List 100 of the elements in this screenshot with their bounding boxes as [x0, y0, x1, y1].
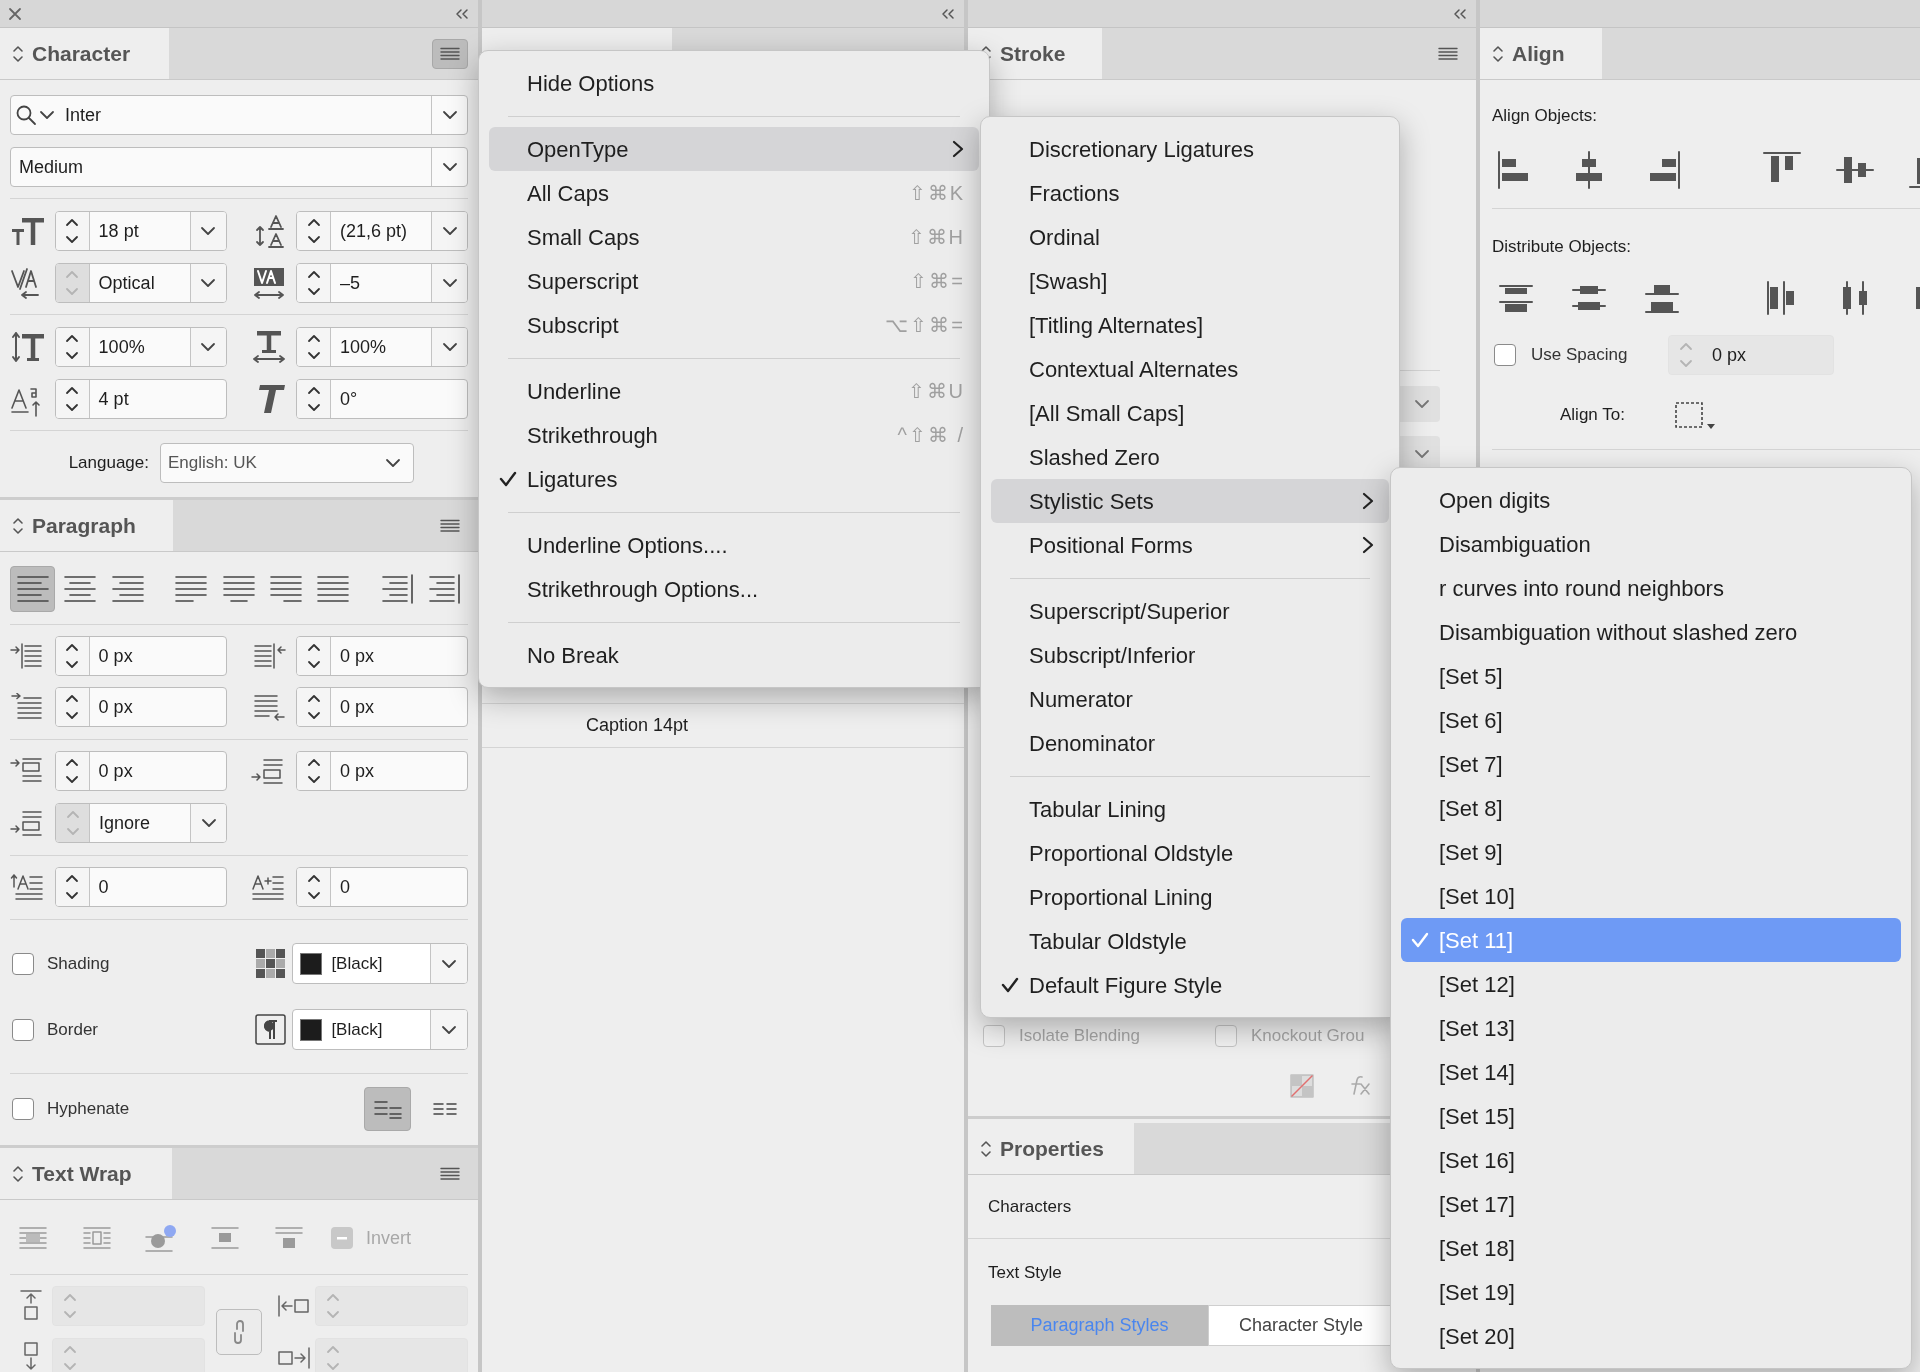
- menu-item[interactable]: Underline ⇧⌘U: [489, 369, 979, 413]
- menu-item[interactable]: Small Caps ⇧⌘H: [489, 215, 979, 259]
- stepper-buttons[interactable]: [297, 637, 331, 675]
- swatch-dropdown[interactable]: [Black]: [292, 943, 468, 984]
- spin-field[interactable]: –5: [296, 263, 468, 303]
- language-dropdown[interactable]: English: UK: [160, 443, 414, 483]
- panel-tab[interactable]: Stroke: [968, 28, 1102, 79]
- menu-item[interactable]: r curves into round neighbors: [1401, 566, 1901, 610]
- menu-item[interactable]: Discretionary Ligatures: [991, 127, 1389, 171]
- spin-field[interactable]: 100%: [54, 327, 227, 367]
- menu-item[interactable]: Open digits: [1401, 478, 1901, 522]
- menu-item[interactable]: Numerator: [991, 677, 1389, 721]
- menu-item[interactable]: [Set 14]: [1401, 1050, 1901, 1094]
- spin-field[interactable]: 18 pt: [54, 211, 227, 251]
- stepper-buttons[interactable]: [297, 212, 331, 250]
- spin-field[interactable]: Ignore: [55, 803, 227, 843]
- font-family-dropdown[interactable]: Inter: [10, 95, 468, 135]
- menu-item[interactable]: [Set 12]: [1401, 962, 1901, 1006]
- menu-item[interactable]: Tabular Lining: [991, 787, 1389, 831]
- dropdown-button[interactable]: [189, 328, 226, 366]
- menu-item[interactable]: Underline Options....: [489, 523, 979, 567]
- menu-item[interactable]: Denominator: [991, 721, 1389, 765]
- spin-field[interactable]: 0°: [296, 379, 468, 419]
- menu-item[interactable]: Proportional Lining: [991, 875, 1389, 919]
- dropdown-button[interactable]: [190, 804, 226, 842]
- alignment-button[interactable]: [10, 566, 56, 612]
- menu-item[interactable]: [Set 5]: [1401, 654, 1901, 698]
- dropdown-button[interactable]: [431, 328, 467, 366]
- menu-item[interactable]: [Set 13]: [1401, 1006, 1901, 1050]
- spin-field[interactable]: 0 px: [296, 687, 468, 727]
- menu-item[interactable]: Ligatures: [489, 457, 979, 501]
- spin-field[interactable]: 4 pt: [54, 379, 227, 419]
- menu-item[interactable]: [Set 9]: [1401, 830, 1901, 874]
- spin-field[interactable]: (21,6 pt): [296, 211, 468, 251]
- stepper-buttons[interactable]: [55, 328, 90, 366]
- menu-item[interactable]: All Caps ⇧⌘K: [489, 171, 979, 215]
- dropdown-button[interactable]: [189, 264, 226, 302]
- menu-item[interactable]: Fractions: [991, 171, 1389, 215]
- dropdown-button[interactable]: [189, 212, 226, 250]
- menu-item[interactable]: Positional Forms: [991, 523, 1389, 567]
- stepper-buttons[interactable]: [297, 868, 331, 906]
- menu-item[interactable]: Stylistic Sets: [991, 479, 1389, 523]
- dropdown-button[interactable]: [430, 944, 467, 983]
- checkbox[interactable]: [12, 1098, 34, 1120]
- menu-item[interactable]: Contextual Alternates: [991, 347, 1389, 391]
- panel-menu-button[interactable]: [432, 38, 468, 69]
- menu-item[interactable]: Ordinal: [991, 215, 1389, 259]
- stepper-buttons[interactable]: [297, 688, 331, 726]
- menu-item[interactable]: OpenType: [489, 127, 979, 171]
- menu-item[interactable]: Disambiguation: [1401, 522, 1901, 566]
- font-style-dropdown[interactable]: Medium: [10, 147, 468, 187]
- menu-item[interactable]: Tabular Oldstyle: [991, 919, 1389, 963]
- dropdown-button[interactable]: [431, 212, 467, 250]
- menu-item[interactable]: Strikethrough ^⇧⌘ /: [489, 413, 979, 457]
- spin-field[interactable]: 100%: [296, 327, 468, 367]
- spin-field[interactable]: 0: [54, 867, 227, 907]
- menu-item[interactable]: Default Figure Style: [991, 963, 1389, 1007]
- spin-field[interactable]: Optical: [54, 263, 227, 303]
- dropdown-button[interactable]: [431, 264, 467, 302]
- stepper-buttons[interactable]: [297, 328, 331, 366]
- spin-field[interactable]: 0 px: [296, 636, 468, 676]
- spin-field[interactable]: 0 px: [296, 751, 468, 791]
- menu-item[interactable]: Proportional Oldstyle: [991, 831, 1389, 875]
- menu-item[interactable]: No Break: [489, 633, 979, 677]
- spin-field[interactable]: 0 px: [54, 636, 227, 676]
- spin-field[interactable]: 0 px: [54, 687, 227, 727]
- menu-item[interactable]: Subscript ⌥⇧⌘=: [489, 303, 979, 347]
- spin-field[interactable]: 0 px: [54, 751, 227, 791]
- stepper-buttons[interactable]: [55, 637, 90, 675]
- checkbox[interactable]: [12, 1018, 34, 1041]
- menu-item[interactable]: [All Small Caps]: [991, 391, 1389, 435]
- stepper-buttons[interactable]: [297, 752, 331, 790]
- menu-item[interactable]: Superscript/Superior: [991, 589, 1389, 633]
- menu-item[interactable]: Subscript/Inferior: [991, 633, 1389, 677]
- menu-item[interactable]: Slashed Zero: [991, 435, 1389, 479]
- menu-item[interactable]: [Set 15]: [1401, 1094, 1901, 1138]
- stepper-buttons[interactable]: [55, 868, 90, 906]
- panel-tab[interactable]: Align: [1480, 28, 1602, 79]
- dropdown-button[interactable]: [430, 1010, 467, 1049]
- stepper-buttons[interactable]: [55, 752, 90, 790]
- panel-tab[interactable]: Paragraph: [0, 500, 173, 551]
- menu-item[interactable]: Superscript ⇧⌘=: [489, 259, 979, 303]
- spin-field[interactable]: 0: [296, 867, 468, 907]
- menu-item[interactable]: [Swash]: [991, 259, 1389, 303]
- menu-item[interactable]: Strikethrough Options...: [489, 567, 979, 611]
- panel-tab[interactable]: Properties: [968, 1123, 1134, 1174]
- menu-item[interactable]: Disambiguation without slashed zero: [1401, 610, 1901, 654]
- panel-tab[interactable]: Character: [0, 28, 169, 79]
- menu-item[interactable]: [Set 8]: [1401, 786, 1901, 830]
- menu-item[interactable]: [Set 6]: [1401, 698, 1901, 742]
- style-list-item[interactable]: Caption 14pt: [482, 704, 964, 748]
- composer-button[interactable]: [364, 1087, 411, 1131]
- swatch-dropdown[interactable]: [Black]: [292, 1009, 468, 1050]
- menu-item[interactable]: [Set 10]: [1401, 874, 1901, 918]
- checkbox[interactable]: [12, 952, 34, 975]
- stepper-buttons[interactable]: [297, 264, 331, 302]
- menu-item[interactable]: [Titling Alternates]: [991, 303, 1389, 347]
- panel-tab[interactable]: Text Wrap: [0, 1148, 172, 1199]
- stepper-buttons[interactable]: [55, 212, 90, 250]
- stepper-buttons[interactable]: [55, 688, 90, 726]
